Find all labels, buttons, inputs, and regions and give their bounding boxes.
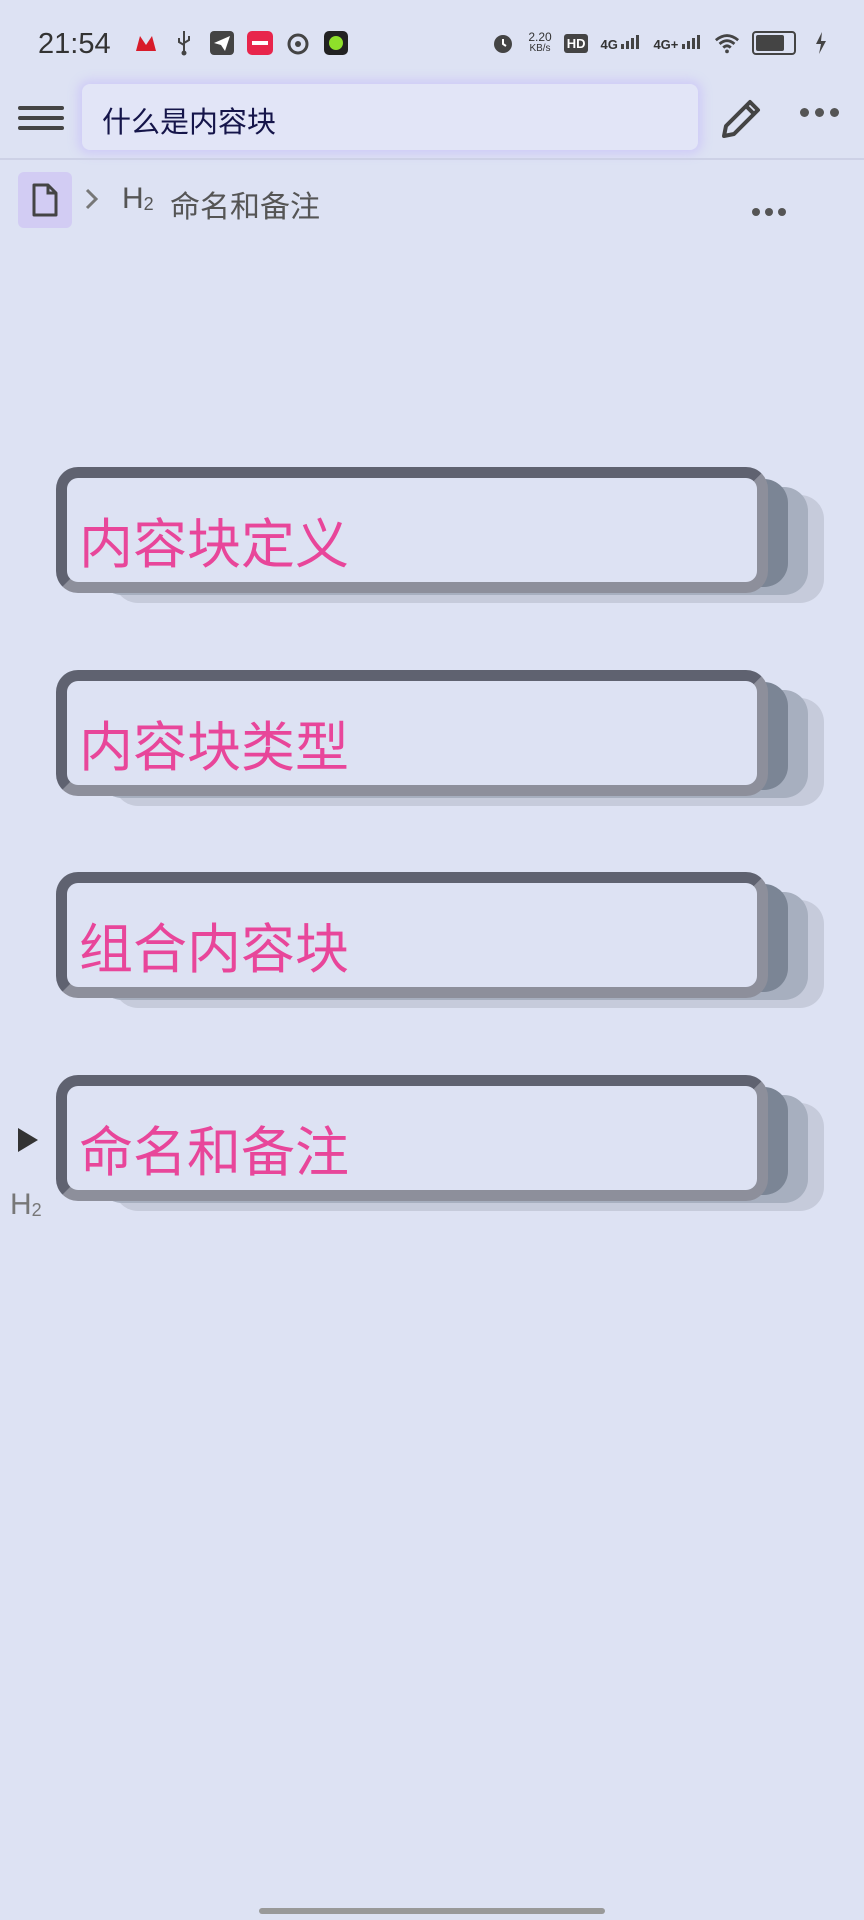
- more-options-button[interactable]: [800, 108, 839, 117]
- breadcrumb-item-current[interactable]: 命名和备注: [170, 182, 320, 226]
- document-icon: [32, 183, 58, 217]
- battery-level: [756, 35, 784, 51]
- alarm-icon: [490, 30, 516, 56]
- hd-badge: HD: [563, 33, 589, 53]
- usb-icon: [171, 30, 197, 56]
- red-app-icon: [247, 30, 273, 56]
- document-title-field[interactable]: 什么是内容块: [82, 84, 698, 150]
- wifi-icon: [714, 30, 740, 56]
- heading-card: 内容块类型: [56, 670, 768, 796]
- heading-card: 组合内容块: [56, 872, 768, 998]
- heading-text[interactable]: 内容块类型: [79, 703, 349, 782]
- chevron-right-icon: [82, 184, 102, 218]
- heading-block[interactable]: 组合内容块: [56, 872, 826, 1012]
- block-heading-marker: H2: [10, 1188, 42, 1221]
- heading-block[interactable]: 内容块类型: [56, 670, 826, 810]
- pencil-icon: [722, 100, 760, 138]
- sim2-label: 4G+: [653, 36, 679, 52]
- status-time: 21:54: [38, 28, 111, 60]
- heading-card: 内容块定义: [56, 467, 768, 593]
- signal-bars-icon: [621, 34, 640, 49]
- green-app-icon: [323, 30, 349, 56]
- net-speed-value: 2.20: [528, 30, 552, 44]
- heading-block[interactable]: 内容块定义: [56, 467, 826, 607]
- heading-text[interactable]: 命名和备注: [79, 1108, 349, 1187]
- notification-icons: [133, 30, 349, 56]
- menu-button[interactable]: [18, 100, 64, 140]
- status-bar: 21:54 2.20 KB/s HD 4G 4G+: [0, 0, 864, 92]
- charging-icon: [808, 30, 834, 56]
- breadcrumb-heading-level: H2: [122, 182, 154, 215]
- home-indicator[interactable]: [259, 1908, 605, 1914]
- hamburger-icon: [18, 106, 64, 110]
- net-speed: 2.20 KB/s: [528, 31, 551, 55]
- sim2-signal: 4G+: [653, 34, 702, 52]
- net-speed-unit: KB/s: [529, 43, 551, 54]
- breadcrumb-more-button[interactable]: [752, 208, 786, 216]
- more-dot-icon: [752, 208, 760, 216]
- music-app-icon: [285, 30, 311, 56]
- battery-icon: [752, 31, 796, 55]
- system-icons: 2.20 KB/s HD 4G 4G+: [490, 30, 834, 56]
- fold-toggle-icon[interactable]: [18, 1128, 38, 1152]
- more-dot-icon: [800, 108, 809, 117]
- heading-card: 命名和备注: [56, 1075, 768, 1201]
- signal-bars-icon: [682, 34, 700, 49]
- document-title: 什么是内容块: [102, 105, 277, 139]
- breadcrumb-document-button[interactable]: [18, 172, 72, 228]
- edit-button[interactable]: [716, 94, 766, 144]
- app-m-icon: [133, 30, 159, 56]
- top-toolbar: 什么是内容块: [0, 84, 864, 158]
- heading-block[interactable]: 命名和备注: [56, 1075, 826, 1215]
- breadcrumb: H2 命名和备注: [18, 172, 848, 228]
- send-app-icon: [209, 30, 235, 56]
- toolbar-divider: [0, 158, 864, 160]
- heading-text[interactable]: 内容块定义: [79, 500, 349, 579]
- sim1-signal: 4G: [600, 34, 641, 52]
- heading-text[interactable]: 组合内容块: [79, 905, 349, 984]
- sim1-label: 4G: [600, 36, 618, 52]
